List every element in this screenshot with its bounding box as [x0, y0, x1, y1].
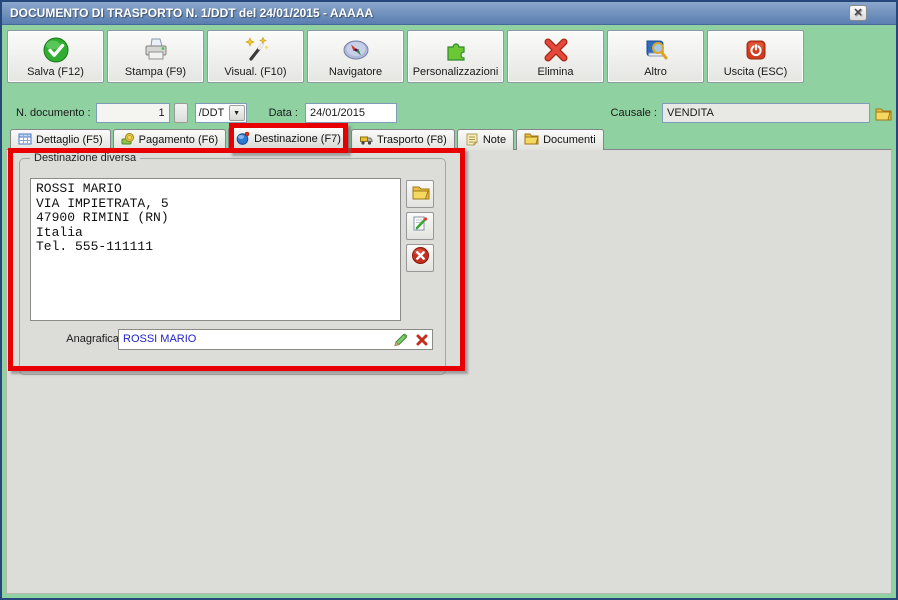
numero-documento-input[interactable] [95, 103, 170, 123]
groupbox-title: Destinazione diversa [30, 152, 141, 164]
green-puzzle-icon [442, 35, 470, 65]
truck-icon [359, 132, 373, 149]
tab-trasporto-label: Trasporto (F8) [376, 134, 447, 146]
close-icon[interactable]: ✕ [849, 5, 867, 21]
tab-note-label: Note [482, 134, 507, 146]
stampa-label: Stampa (F9) [124, 66, 187, 78]
tipo-documento-value: /DDT [198, 107, 225, 119]
salva-label: Salva (F12) [27, 66, 84, 78]
power-icon [742, 35, 770, 65]
folder-icon [524, 132, 539, 148]
elimina-label: Elimina [537, 66, 574, 78]
edit-address-button[interactable] [406, 212, 434, 240]
stampa-button[interactable]: Stampa (F9) [107, 30, 204, 83]
anagrafica-row: Anagrafica : ROSSI MARIO [20, 329, 445, 351]
open-folder-icon [411, 184, 430, 205]
magic-wand-icon [242, 35, 270, 65]
clear-address-button[interactable] [406, 244, 434, 272]
tab-documenti[interactable]: Documenti [516, 129, 604, 150]
destination-address-textarea[interactable]: ROSSI MARIO VIA IMPIETRATA, 5 47900 RIMI… [30, 178, 401, 321]
visualizza-label: Visual. (F10) [224, 66, 287, 78]
anagrafica-label: Anagrafica : [66, 333, 125, 345]
tab-trasporto[interactable]: Trasporto (F8) [350, 129, 455, 150]
tab-note[interactable]: Note [456, 129, 515, 150]
destination-groupbox: Destinazione diversa ROSSI MARIO VIA IMP… [19, 152, 446, 375]
altro-button[interactable]: Altro [607, 30, 704, 83]
navigatore-button[interactable]: Navigatore [307, 30, 404, 83]
book-magnifier-icon [642, 35, 670, 65]
data-input[interactable] [304, 103, 397, 123]
globe-icon [236, 131, 250, 148]
numero-documento-label: N. documento : [16, 107, 91, 119]
elimina-button[interactable]: Elimina [507, 30, 604, 83]
destination-side-buttons [406, 180, 434, 272]
personalizzazioni-label: Personalizzazioni [412, 66, 499, 78]
tab-destinazione-label: Destinazione (F7) [254, 133, 341, 145]
green-pencil-icon[interactable] [392, 332, 409, 348]
document-bar: N. documento : /DDT ▼ Data : Causale : [6, 100, 892, 126]
navigatore-label: Navigatore [328, 66, 383, 78]
personalizzazioni-button[interactable]: Personalizzazioni [407, 30, 504, 83]
uscita-button[interactable]: Uscita (ESC) [707, 30, 804, 83]
window-title: DOCUMENTO DI TRASPORTO N. 1/DDT del 24/0… [10, 6, 374, 20]
visualizza-button[interactable]: Visual. (F10) [207, 30, 304, 83]
edit-sheet-icon [411, 215, 429, 238]
altro-label: Altro [644, 66, 667, 78]
table-grid-icon [18, 132, 32, 149]
tab-documenti-label: Documenti [543, 134, 596, 146]
salva-button[interactable]: Salva (F12) [7, 30, 104, 83]
chevron-down-icon[interactable]: ▼ [228, 105, 245, 121]
coins-icon [121, 132, 135, 149]
tab-dettaglio-label: Dettaglio (F5) [36, 134, 103, 146]
open-address-button[interactable] [406, 180, 434, 208]
delete-circle-icon [411, 246, 430, 270]
anagrafica-field[interactable]: ROSSI MARIO [118, 329, 433, 350]
note-icon [465, 132, 479, 149]
tab-dettaglio[interactable]: Dettaglio (F5) [10, 129, 111, 150]
red-x-icon [542, 35, 570, 65]
titlebar: DOCUMENTO DI TRASPORTO N. 1/DDT del 24/0… [2, 2, 896, 25]
tipo-documento-dropdown[interactable]: /DDT ▼ [194, 103, 247, 123]
tab-destinazione[interactable]: Destinazione (F7) [228, 127, 349, 150]
red-x-small-icon[interactable] [415, 333, 429, 347]
causale-input[interactable] [662, 103, 870, 123]
toolbar: Salva (F12) Stampa (F9) Visual. (F10) Na… [7, 30, 804, 86]
anagrafica-value: ROSSI MARIO [123, 333, 197, 345]
app-window: DOCUMENTO DI TRASPORTO N. 1/DDT del 24/0… [0, 0, 898, 600]
compass-icon [341, 35, 371, 65]
tab-bar: Dettaglio (F5) Pagamento (F6) Destinazio… [10, 127, 896, 150]
causale-folder-icon[interactable] [875, 106, 892, 121]
numero-documento-lookup-button[interactable] [173, 103, 188, 123]
printer-icon [142, 35, 170, 65]
data-label: Data : [268, 107, 298, 119]
causale-label: Causale : [610, 107, 657, 119]
tab-pagamento-label: Pagamento (F6) [138, 134, 219, 146]
tab-pagamento[interactable]: Pagamento (F6) [112, 129, 227, 150]
uscita-label: Uscita (ESC) [723, 66, 788, 78]
green-check-circle-icon [42, 35, 70, 65]
